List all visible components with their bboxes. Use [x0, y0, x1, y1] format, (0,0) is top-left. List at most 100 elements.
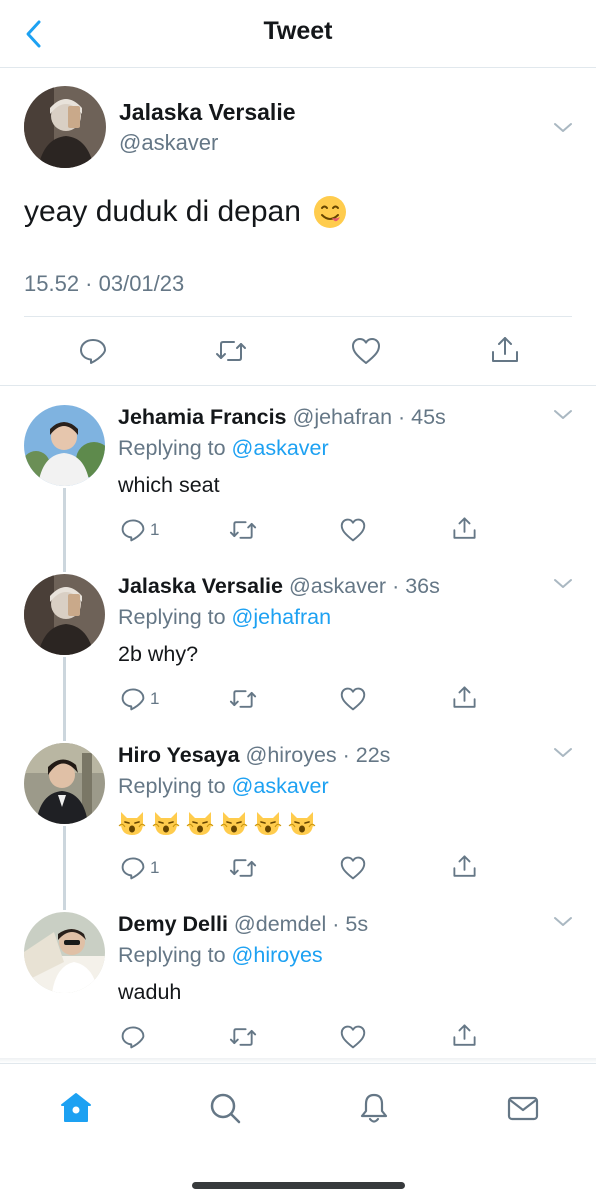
reply-emoji-text	[118, 809, 322, 837]
weary-cat-icon	[254, 812, 282, 835]
reply-button[interactable]: 1	[120, 517, 159, 543]
chevron-down-icon[interactable]	[551, 572, 575, 596]
weary-cat-icon	[186, 812, 214, 835]
mention-link[interactable]: @jehafran	[232, 605, 332, 629]
tweet-text-row: yeay duduk di depan	[24, 195, 347, 229]
avatar[interactable]	[24, 405, 105, 486]
like-button[interactable]	[339, 686, 367, 712]
heart-icon	[340, 856, 366, 880]
reply-tweet[interactable]: Jehamia Francis @jehafran · 45s Replying…	[0, 387, 596, 556]
chevron-down-icon[interactable]	[551, 116, 575, 140]
reply-tweet[interactable]: Jalaska Versalie @askaver · 36s Replying…	[0, 556, 596, 725]
author-name[interactable]: Jehamia Francis	[118, 405, 287, 429]
author-name[interactable]: Hiro Yesaya	[118, 743, 240, 767]
top-bar: Tweet	[0, 0, 596, 68]
share-icon	[453, 517, 476, 539]
divider	[24, 316, 572, 317]
nav-home[interactable]	[56, 1088, 96, 1128]
chevron-down-icon[interactable]	[551, 403, 575, 427]
retweet-icon	[229, 521, 257, 539]
reply-text: which seat	[118, 473, 220, 497]
retweet-button[interactable]	[228, 1024, 258, 1050]
thread-line	[63, 725, 66, 741]
retweet-icon	[229, 690, 257, 708]
share-button[interactable]	[489, 334, 521, 366]
replying-to: Replying to @hiroyes	[118, 943, 323, 967]
reply-text: waduh	[118, 980, 182, 1004]
reply-actions: 1	[0, 855, 596, 885]
reply-actions: 1	[0, 517, 596, 547]
nav-messages[interactable]	[503, 1088, 543, 1128]
author-meta[interactable]: @askaver · 36s	[289, 574, 440, 598]
tweet-actions	[0, 330, 596, 376]
mention-link[interactable]: @askaver	[232, 774, 329, 798]
reply-text: 2b why?	[118, 642, 199, 666]
reply-header: Demy Delli @demdel · 5s	[118, 912, 368, 937]
tweet-timestamp[interactable]: 15.52 · 03/01/23	[24, 271, 184, 297]
reply-header: Jehamia Francis @jehafran · 45s	[118, 405, 446, 430]
weary-cat-icon	[220, 812, 248, 835]
author-meta[interactable]: @demdel · 5s	[234, 912, 368, 936]
author-meta[interactable]: @jehafran · 45s	[293, 405, 446, 429]
comment-icon	[121, 519, 145, 542]
avatar[interactable]	[24, 912, 105, 993]
home-icon	[61, 1093, 91, 1122]
nav-notifications[interactable]	[354, 1088, 394, 1128]
replying-to: Replying to @askaver	[118, 436, 329, 460]
chevron-down-icon[interactable]	[551, 741, 575, 765]
heart-icon	[352, 338, 380, 364]
replying-to: Replying to @askaver	[118, 774, 329, 798]
reply-actions: 1	[0, 686, 596, 716]
retweet-button[interactable]	[228, 686, 258, 712]
replying-to: Replying to @jehafran	[118, 605, 332, 629]
retweet-button[interactable]	[228, 855, 258, 881]
retweet-button[interactable]	[228, 517, 258, 543]
smiling-face-savoring-food-icon	[313, 196, 346, 228]
like-button[interactable]	[339, 517, 367, 543]
heart-icon	[340, 518, 366, 542]
mention-link[interactable]: @askaver	[232, 436, 329, 460]
reply-header: Jalaska Versalie @askaver · 36s	[118, 574, 440, 599]
reply-tweet[interactable]: Demy Delli @demdel · 5s Replying to @hir…	[0, 894, 596, 1063]
reply-button[interactable]: 1	[120, 686, 159, 712]
retweet-icon	[229, 859, 257, 877]
share-icon	[492, 337, 518, 362]
bell-icon	[360, 1093, 388, 1123]
avatar[interactable]	[24, 86, 106, 168]
share-icon	[453, 1024, 476, 1046]
main-tweet: Jalaska Versalie @askaver yeay duduk di …	[0, 68, 596, 386]
thread-line	[63, 894, 66, 910]
avatar[interactable]	[24, 574, 105, 655]
reply-tweet[interactable]: Hiro Yesaya @hiroyes · 22s Replying to @…	[0, 725, 596, 894]
retweet-icon	[229, 1028, 257, 1046]
like-button[interactable]	[339, 1024, 367, 1050]
home-indicator	[192, 1182, 405, 1189]
reply-header: Hiro Yesaya @hiroyes · 22s	[118, 743, 390, 768]
weary-cat-icon	[152, 812, 180, 835]
avatar[interactable]	[24, 743, 105, 824]
chevron-down-icon[interactable]	[551, 910, 575, 934]
share-button[interactable]	[451, 853, 478, 880]
nav-search[interactable]	[205, 1088, 245, 1128]
like-button[interactable]	[339, 855, 367, 881]
mention-link[interactable]: @hiroyes	[232, 943, 323, 967]
comment-icon	[121, 857, 145, 880]
reply-button[interactable]: 1	[120, 855, 159, 881]
retweet-button[interactable]	[214, 336, 248, 366]
reply-count: 1	[150, 689, 160, 708]
comment-icon	[121, 688, 145, 711]
author-name[interactable]: Jalaska Versalie	[119, 99, 296, 126]
tweet-text: yeay duduk di depan	[24, 195, 301, 228]
search-icon	[210, 1093, 241, 1124]
author-handle[interactable]: @askaver	[119, 130, 218, 156]
share-button[interactable]	[451, 515, 478, 542]
author-name[interactable]: Jalaska Versalie	[118, 574, 283, 598]
reply-button[interactable]	[78, 336, 108, 366]
reply-button[interactable]	[120, 1024, 146, 1050]
author-name[interactable]: Demy Delli	[118, 912, 228, 936]
share-button[interactable]	[451, 684, 478, 711]
like-button[interactable]	[350, 336, 382, 366]
share-icon	[453, 855, 476, 877]
share-button[interactable]	[451, 1022, 478, 1049]
author-meta[interactable]: @hiroyes · 22s	[246, 743, 391, 767]
